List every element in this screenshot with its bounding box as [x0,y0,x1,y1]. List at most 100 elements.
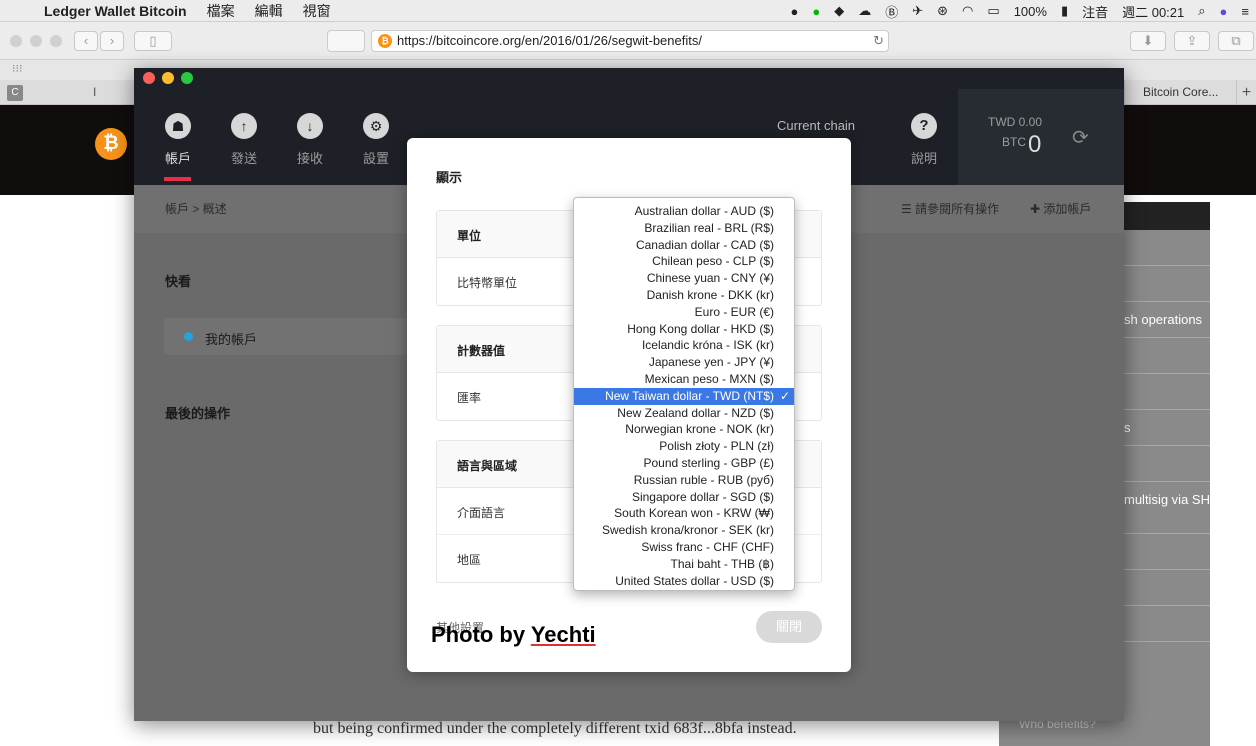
sidebar-toggle-button[interactable]: ▯ [134,31,172,51]
nav-receive[interactable]: ↓ 接收 [285,113,335,167]
sidebar-link[interactable]: s [1124,410,1210,446]
bitcoin-logo-icon[interactable]: ₿ [95,128,127,160]
sidebar-link[interactable] [1124,230,1210,266]
tab-i[interactable]: I [93,85,96,99]
webpage-sidebar: sh operations s multisig via SH) [1124,202,1210,746]
currency-option[interactable]: Icelandic króna - ISK (kr) [574,337,794,354]
nav-settings[interactable]: ⚙ 設置 [351,113,401,167]
menu-file[interactable]: 檔案 [197,1,245,21]
back-button[interactable]: ‹ [74,31,98,51]
downloads-button[interactable]: ⬇ [1130,31,1166,51]
address-bar[interactable]: ₿ https://bitcoincore.org/en/2016/01/26/… [371,30,889,52]
cloud-tray-icon[interactable]: ☁ [851,3,878,19]
tab-bitcoin-core[interactable]: Bitcoin Core... [1124,80,1236,105]
active-tab-indicator [164,177,191,181]
currency-option[interactable]: South Korean won - KRW (₩) [574,505,794,522]
breadcrumb[interactable]: 帳戶 > 概述 [165,200,227,217]
minimize-window-button[interactable] [30,35,42,47]
nav-help[interactable]: ? 說明 [899,113,949,167]
help-icon: ? [911,113,937,139]
dropbox-tray-icon[interactable]: ◆ [827,3,851,19]
checkmark-icon: ✓ [779,388,790,403]
sidebar-link[interactable] [1124,374,1210,410]
currency-option[interactable]: Thai baht - THB (฿) [574,556,794,573]
sidebar-link[interactable]: multisig via SH) [1124,482,1210,534]
close-window-button[interactable] [10,35,22,47]
siri-icon[interactable]: ● [1213,4,1235,19]
share-button[interactable]: ⇪ [1174,31,1210,51]
clock[interactable]: 週二 00:21 [1115,2,1191,21]
btc-balance: 0 [1028,131,1042,158]
add-account-button[interactable]: ✚ 添加帳戶 [1030,200,1091,217]
new-tab-button[interactable]: + [1236,80,1256,105]
currency-option[interactable]: Canadian dollar - CAD ($) [574,237,794,254]
reload-icon[interactable]: ↻ [873,31,884,51]
nav-accounts[interactable]: ☗ 帳戶 [153,113,203,167]
airplane-tray-icon[interactable]: ✈ [905,3,930,19]
quick-look-heading: 快看 [165,274,192,289]
currency-option[interactable]: Polish złoty - PLN (zł) [574,438,794,455]
battery-status[interactable]: 100% [1007,4,1054,19]
app-menu[interactable]: Ledger Wallet Bitcoin [34,3,197,19]
currency-option[interactable]: Australian dollar - AUD ($) [574,203,794,220]
see-all-operations-link[interactable]: ☰ 請參閱所有操作 [901,200,999,217]
account-color-dot [184,332,193,341]
currency-option-selected[interactable]: New Taiwan dollar - TWD (NT$) ✓ [574,387,794,405]
modal-title: 顯示 [436,170,463,185]
currency-option[interactable]: Mexican peso - MXN ($) [574,371,794,388]
close-window-button[interactable] [143,72,155,84]
sidebar-link[interactable] [1124,570,1210,606]
forward-button[interactable]: › [100,31,124,51]
accessibility-tray-icon[interactable]: ⊛ [930,3,955,19]
url-text: https://bitcoincore.org/en/2016/01/26/se… [397,33,702,48]
zoom-window-button[interactable] [50,35,62,47]
currency-option[interactable]: Chinese yuan - CNY (¥) [574,270,794,287]
sidebar-link[interactable] [1124,338,1210,374]
currency-option[interactable]: Japanese yen - JPY (¥) [574,354,794,371]
currency-option[interactable]: Chilean peso - CLP ($) [574,253,794,270]
webpage-body-text: but being confirmed under the completely… [313,720,797,737]
close-button[interactable]: 關閉 [756,611,822,643]
notification-center-icon[interactable]: ≡ [1234,4,1256,19]
input-method[interactable]: 注音 [1075,2,1115,21]
menu-window[interactable]: 視窗 [293,1,341,21]
current-chain-label: Current chain [777,118,856,133]
currency-option[interactable]: New Zealand dollar - NZD ($) [574,405,794,422]
line-tray-icon[interactable]: ● [805,4,827,19]
currency-option[interactable]: Brazilian real - BRL (R$) [574,220,794,237]
zoom-window-button[interactable] [181,72,193,84]
spotlight-search-icon[interactable]: ⌕ [1191,3,1212,19]
sync-refresh-icon[interactable]: ⟳ [1072,125,1089,150]
currency-option[interactable]: Singapore dollar - SGD ($) [574,489,794,506]
currency-option[interactable]: Russian ruble - RUB (руб) [574,472,794,489]
nav-send[interactable]: ↑ 發送 [219,113,269,167]
sidebar-link[interactable] [1124,606,1210,642]
minimize-window-button[interactable] [162,72,174,84]
evernote-tray-icon[interactable]: ● [784,4,806,19]
sidebar-link[interactable]: sh operations [1124,302,1210,338]
bitcoin-tray-icon[interactable]: Ⓑ [878,2,905,21]
currency-option[interactable]: Danish krone - DKK (kr) [574,287,794,304]
btc-label: BTC [1002,135,1026,149]
currency-option[interactable]: Swedish krona/kronor - SEK (kr) [574,522,794,539]
top-sites-grid-icon[interactable]: ⁝⁝⁝ [12,62,23,75]
currency-option[interactable]: Euro - EUR (€) [574,304,794,321]
currency-option[interactable]: Pound sterling - GBP (£) [574,455,794,472]
menu-edit[interactable]: 編輯 [245,1,293,21]
send-icon: ↑ [231,113,257,139]
site-favicon-icon: ₿ [378,34,392,48]
currency-option[interactable]: Swiss franc - CHF (CHF) [574,539,794,556]
tabs-overview-button[interactable]: ⧉ [1218,31,1254,51]
currency-option[interactable]: United States dollar - USD ($) [574,573,794,590]
reader-box[interactable] [327,30,365,52]
wifi-icon[interactable]: ◠ [955,3,980,19]
sidebar-link[interactable] [1124,266,1210,302]
tab-c[interactable]: C [7,85,23,101]
sidebar-link[interactable] [1124,534,1210,570]
battery-icon[interactable]: ▮ [1054,3,1075,19]
currency-option[interactable]: Hong Kong dollar - HKD ($) [574,321,794,338]
sidebar-link[interactable] [1124,446,1210,482]
currency-option[interactable]: Norwegian krone - NOK (kr) [574,421,794,438]
airplay-icon[interactable]: ▭ [980,3,1006,19]
fiat-balance: TWD 0.00 [988,115,1043,129]
